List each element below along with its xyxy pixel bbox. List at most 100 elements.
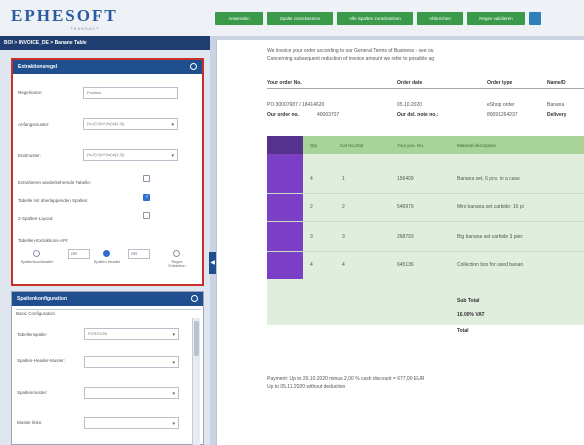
api-coordinates-radio[interactable] xyxy=(33,250,40,257)
option-overlap-label: Tabelle mit überlappenden Spalten: xyxy=(18,198,89,203)
header-pattern-label: Spalten-Header-Muster: xyxy=(17,358,66,363)
table-column-select[interactable]: POSITION ▾ xyxy=(84,328,179,340)
panel-header: Extraktionsregel xyxy=(13,60,202,74)
vat-label: 16.00% VAT xyxy=(457,312,485,318)
document-view: We invoice your order according to our G… xyxy=(216,40,584,445)
delivery-label: Delivery xyxy=(547,112,567,118)
order-no-header: Your order No. xyxy=(267,80,302,86)
row4-qty: 4 xyxy=(310,262,313,268)
row4-pos: 645136 xyxy=(397,262,414,268)
order-type-header: Order type xyxy=(487,80,513,86)
api-coordinates-label: Spaltenkoordinaten xyxy=(20,260,54,264)
row1-qty: 4 xyxy=(310,176,313,182)
row4-cat: 4 xyxy=(342,262,345,268)
option-recurring-label: Extrahieren wiederkehrende Tabelle: xyxy=(18,180,91,185)
logo: EPHESOFT xyxy=(11,6,118,25)
column-pattern-label: Spaltenmuster: xyxy=(17,390,48,395)
column-pattern-select[interactable]: ▾ xyxy=(84,387,179,399)
position-column-highlight[interactable] xyxy=(267,136,303,279)
breadcrumb: BOI > INVOICE_DE > Banane Table xyxy=(0,36,210,50)
chevron-down-icon: ▾ xyxy=(172,332,175,338)
api-regex-radio[interactable] xyxy=(173,250,180,257)
gear-icon[interactable] xyxy=(191,295,198,302)
payment-line-1: Payment: Up to 20.10.2020 minus 2,00 % c… xyxy=(267,376,425,382)
cancel-button[interactable]: Abbrechen xyxy=(417,12,463,25)
gear-icon[interactable] xyxy=(190,63,197,70)
two-column-layout-checkbox[interactable] xyxy=(143,212,150,219)
row2-cat: 2 xyxy=(342,204,345,210)
api-header-label: Spalten Header xyxy=(93,260,121,264)
help-button[interactable] xyxy=(529,12,541,25)
header-pos: Your pos. No. xyxy=(397,143,425,148)
intro-line-2: Concerning subsequent reduction of invoi… xyxy=(267,56,435,62)
line-items-table xyxy=(267,136,584,325)
header-desc: Material description xyxy=(457,143,497,148)
order-type-value: eShop order xyxy=(487,102,515,108)
row1-desc: Banana set, 6 pcs. in a case xyxy=(457,176,520,182)
header-cat: Cat No./Dat xyxy=(340,143,364,148)
row2-qty: 2 xyxy=(310,204,313,210)
collapse-panel-handle[interactable]: ◀ xyxy=(209,252,216,274)
and-select-2[interactable]: OR xyxy=(128,249,150,259)
and-select-1[interactable]: OR xyxy=(68,249,90,259)
api-regex-label: Regex Extraktion xyxy=(168,260,186,268)
start-pattern-select[interactable]: (\s-Z)?(\d+)\s(\d{1,3}) ▾ xyxy=(83,118,178,130)
rule-name-input[interactable]: Position xyxy=(83,87,178,99)
reset-all-columns-button[interactable]: Alle Spalten zurücksetzen xyxy=(337,12,413,25)
recurring-table-checkbox[interactable] xyxy=(143,175,150,182)
row2-pos: 546979 xyxy=(397,204,414,210)
regex-label: Regelname: xyxy=(18,90,43,95)
left-pattern-select[interactable]: ▾ xyxy=(84,417,179,429)
toolbar: Anwenden Spalte zurücksetzen Alle Spalte… xyxy=(210,0,584,36)
our-order-value: 40063707 xyxy=(317,112,340,118)
scrollbar[interactable] xyxy=(192,318,200,445)
name-value: Banana xyxy=(547,102,565,108)
order-date-header: Order date xyxy=(397,80,423,86)
end-pattern-select[interactable]: (\s-Z)?(\d+)\s(\d{1,3}) ▾ xyxy=(83,149,178,161)
column-config-panel: Spaltenkonfiguration Basic Configuration… xyxy=(11,291,204,445)
subtotal-label: Sub Total xyxy=(457,298,480,304)
chevron-down-icon: ▾ xyxy=(172,360,175,366)
del-note-label: Our del. note no.: xyxy=(397,112,439,118)
chevron-down-icon: ▾ xyxy=(172,391,175,397)
row3-desc: Big banana set carbide 3 piec xyxy=(457,234,523,240)
left-pattern-label: Muster links: xyxy=(17,420,43,425)
logo-area: EPHESOFT TRANSACT xyxy=(0,0,210,36)
order-date-value: 05.10.2020 xyxy=(397,102,423,108)
order-no-value: PO 30007687 / 18414620 xyxy=(267,102,325,108)
chevron-down-icon: ▾ xyxy=(171,122,174,128)
row4-desc: Collection box for used banan xyxy=(457,262,524,268)
start-pattern-label: Anfangsmuster: xyxy=(18,122,50,127)
header-pattern-select[interactable]: ▾ xyxy=(84,356,179,368)
row3-qty: 3 xyxy=(310,234,313,240)
row2-desc: Mini banana set carbide: 10 pi xyxy=(457,204,524,210)
extraction-rule-panel: Extraktionsregel Regelname: Position Anf… xyxy=(11,58,204,286)
overlapping-columns-checkbox[interactable] xyxy=(143,194,150,201)
option-two-column-label: 2-Spalten-Layout: xyxy=(18,216,54,221)
api-header-radio[interactable] xyxy=(103,250,110,257)
end-pattern-label: Endmuster: xyxy=(18,153,42,158)
row1-cat: 1 xyxy=(342,176,345,182)
payment-line-2: Up to 05.11.2020 without deduction xyxy=(267,384,346,390)
name-header: Name/D xyxy=(547,80,566,86)
apply-button[interactable]: Anwenden xyxy=(215,12,263,25)
reset-column-button[interactable]: Spalte zurücksetzen xyxy=(267,12,333,25)
basic-config-label: Basic Configuration xyxy=(16,309,201,316)
column-label: Tabellenspalte: xyxy=(17,332,48,337)
row1-pos: 156409 xyxy=(397,176,414,182)
panel-title: Spaltenkonfiguration xyxy=(17,296,67,302)
api-label: Tabellen-Extraktions-API: xyxy=(18,238,69,243)
chevron-down-icon: ▾ xyxy=(171,153,174,159)
logo-subtitle: TRANSACT xyxy=(70,26,100,31)
del-note-value: 80091264237 xyxy=(487,112,518,118)
row3-pos: 268793 xyxy=(397,234,414,240)
our-order-label: Our order no. xyxy=(267,112,299,118)
panel-title: Extraktionsregel xyxy=(18,64,58,70)
panel-header: Spaltenkonfiguration xyxy=(12,292,203,306)
intro-line-1: We invoice your order according to our G… xyxy=(267,48,434,54)
chevron-down-icon: ▾ xyxy=(172,421,175,427)
validate-regex-button[interactable]: Regex validieren xyxy=(467,12,525,25)
header-qty: Qty. xyxy=(310,143,318,148)
total-label: Total xyxy=(457,328,469,334)
row3-cat: 3 xyxy=(342,234,345,240)
